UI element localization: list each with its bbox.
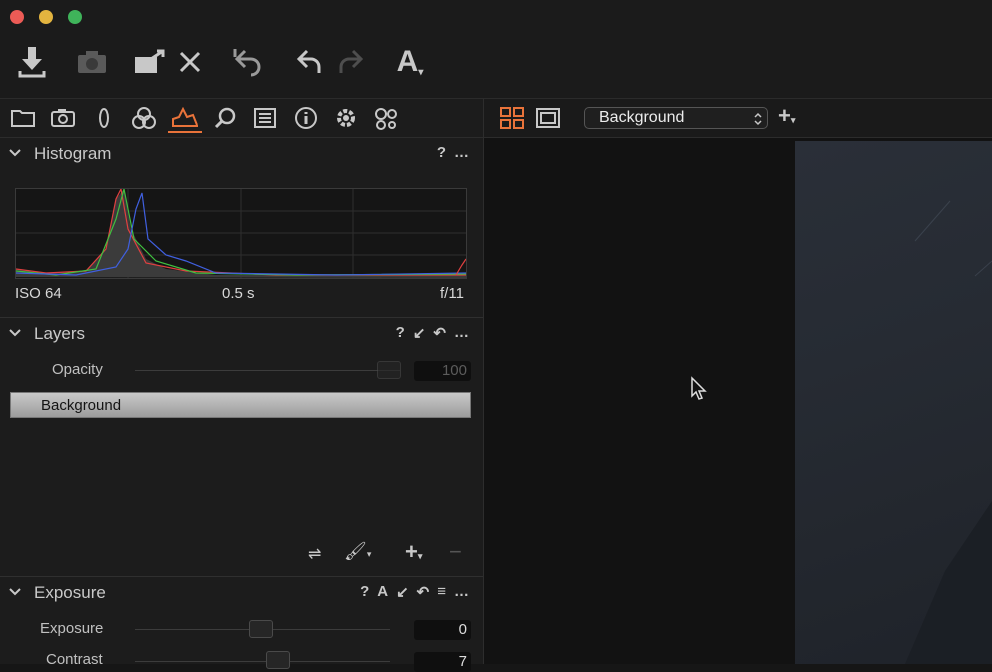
- exposure-icon[interactable]: [168, 103, 202, 133]
- delete-icon[interactable]: [172, 44, 208, 80]
- layers-header-icons: ? ↙ ↶ …: [396, 324, 469, 342]
- section-divider: [0, 317, 483, 318]
- copy-adjustments-icon[interactable]: ↙: [396, 583, 409, 601]
- single-view-icon[interactable]: [536, 108, 560, 133]
- layers-header[interactable]: Layers ? ↙ ↶ …: [0, 319, 483, 349]
- export-icon[interactable]: [132, 44, 168, 80]
- photo-preview[interactable]: [795, 141, 992, 664]
- undo-icon[interactable]: [292, 44, 328, 80]
- list-icon[interactable]: ≡: [437, 583, 446, 601]
- chevron-down-icon[interactable]: [8, 147, 22, 159]
- chevron-down-icon[interactable]: [8, 327, 22, 339]
- contrast-label: Contrast: [46, 651, 103, 668]
- grid-view-icon[interactable]: [500, 107, 524, 134]
- aperture-value: f/11: [440, 285, 464, 302]
- mouse-cursor-icon: [691, 376, 707, 400]
- exposure-title: Exposure: [34, 583, 106, 602]
- layers-title: Layers: [34, 324, 86, 343]
- batch-icon[interactable]: [369, 103, 403, 133]
- settings-icon[interactable]: [329, 103, 363, 133]
- add-layer-label: +: [405, 539, 418, 564]
- chevron-down-icon[interactable]: [8, 586, 22, 598]
- exposure-label: Exposure: [40, 620, 104, 637]
- histogram-title: Histogram: [34, 144, 112, 163]
- image-viewer[interactable]: [484, 138, 992, 664]
- zoom-window-button[interactable]: [68, 10, 82, 24]
- help-icon[interactable]: ?: [437, 144, 446, 161]
- main-toolbar: A ▾: [0, 0, 992, 99]
- color-icon[interactable]: [127, 103, 161, 133]
- contrast-slider[interactable]: [135, 661, 390, 662]
- info-icon[interactable]: [289, 103, 323, 133]
- more-icon[interactable]: …: [454, 144, 469, 161]
- select-arrows-icon: [754, 112, 762, 126]
- variant-select-value: Background: [599, 109, 685, 126]
- adjustments-icon[interactable]: ⇌: [308, 544, 321, 564]
- more-icon[interactable]: …: [454, 583, 469, 601]
- reset-icon[interactable]: ↶: [417, 583, 430, 601]
- contrast-value[interactable]: 7: [414, 652, 471, 672]
- opacity-label: Opacity: [52, 361, 103, 378]
- auto-icon[interactable]: A: [377, 583, 388, 601]
- opacity-slider-knob[interactable]: [377, 361, 401, 379]
- opacity-value[interactable]: 100: [414, 361, 471, 381]
- folder-icon[interactable]: [6, 103, 40, 133]
- variant-select[interactable]: Background: [584, 107, 768, 129]
- histogram-graph: [15, 187, 467, 279]
- layer-item-background[interactable]: Background: [10, 392, 471, 418]
- brush-icon[interactable]: 🖌▾: [344, 541, 371, 562]
- help-icon[interactable]: ?: [360, 583, 369, 601]
- copy-adjustments-icon[interactable]: ↙: [413, 324, 426, 342]
- details-icon[interactable]: [248, 103, 282, 133]
- camera-tab-icon[interactable]: [46, 103, 80, 133]
- help-icon[interactable]: ?: [396, 324, 405, 342]
- histogram-header-icons: ? …: [437, 144, 469, 161]
- import-icon[interactable]: [14, 44, 50, 80]
- opacity-slider[interactable]: [135, 370, 400, 371]
- text-tool-label: A: [396, 45, 419, 78]
- iso-value: ISO 64: [15, 285, 62, 302]
- section-divider: [0, 576, 483, 577]
- reset-icon[interactable]: [231, 44, 267, 80]
- reset-icon[interactable]: ↶: [433, 324, 446, 342]
- camera-icon[interactable]: [74, 44, 110, 80]
- remove-layer-button[interactable]: −: [449, 539, 462, 565]
- tool-tabs: [0, 99, 483, 138]
- add-layer-button[interactable]: +▾: [405, 539, 422, 565]
- contrast-slider-knob[interactable]: [266, 651, 290, 669]
- more-icon[interactable]: …: [454, 324, 469, 342]
- exposure-header-icons: ? A ↙ ↶ ≡ …: [360, 583, 469, 601]
- search-icon[interactable]: [208, 103, 242, 133]
- text-tool-icon[interactable]: A ▾: [392, 44, 428, 80]
- exposure-header[interactable]: Exposure ? A ↙ ↶ ≡ …: [0, 578, 483, 608]
- layer-name: Background: [41, 397, 122, 414]
- lens-icon[interactable]: [87, 103, 121, 133]
- viewer-toolbar: Background +▾: [484, 99, 992, 138]
- tool-panel: Histogram ? … ISO 64 0.5 s f/11 Layers ?…: [0, 99, 484, 672]
- histogram-header[interactable]: Histogram ? …: [0, 139, 483, 169]
- shutter-value: 0.5 s: [222, 285, 255, 302]
- add-viewer-label: +: [778, 103, 791, 128]
- exposure-slider-knob[interactable]: [249, 620, 273, 638]
- close-window-button[interactable]: [10, 10, 24, 24]
- add-viewer-button[interactable]: +▾: [778, 103, 795, 129]
- exposure-value[interactable]: 0: [414, 620, 471, 640]
- redo-icon[interactable]: [332, 44, 368, 80]
- minimize-window-button[interactable]: [39, 10, 53, 24]
